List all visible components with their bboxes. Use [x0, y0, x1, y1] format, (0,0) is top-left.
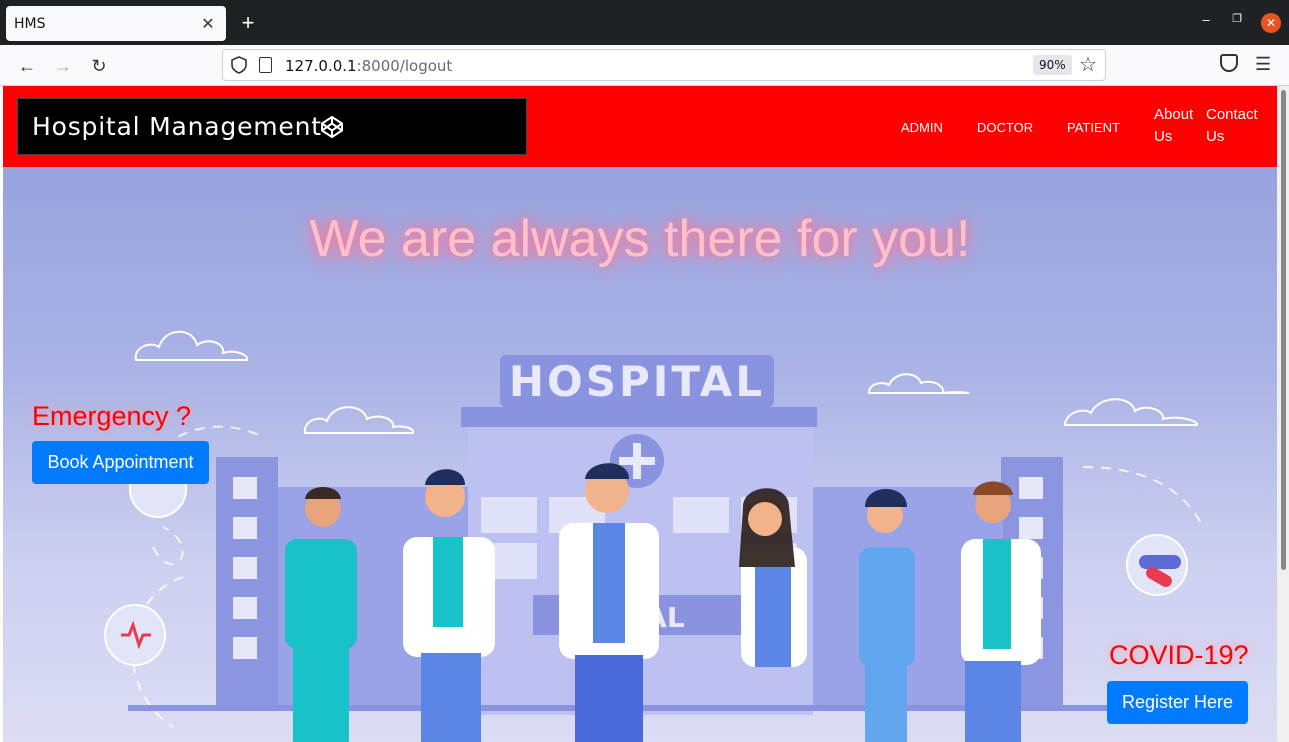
nav-about-line2: Us: [1154, 128, 1173, 145]
book-appointment-button[interactable]: Book Appointment: [32, 441, 209, 484]
browser-tab-bar: HMS ✕ + – ❐ ✕: [0, 0, 1289, 45]
back-arrow-icon[interactable]: ←: [14, 53, 40, 79]
minimize-icon[interactable]: –: [1196, 12, 1216, 27]
shield-icon[interactable]: [231, 56, 247, 74]
url-text[interactable]: 127.0.0.1:8000/logout: [285, 57, 452, 75]
brand-title: Hospital Management: [32, 112, 322, 141]
nav-contact-us[interactable]: Contact Us: [1206, 104, 1258, 148]
close-tab-icon[interactable]: ✕: [198, 14, 218, 34]
page-icon: [259, 57, 272, 73]
nav-admin[interactable]: ADMIN: [901, 120, 943, 135]
hero-title: We are always there for you!: [309, 210, 971, 268]
scrollbar[interactable]: [1277, 86, 1289, 742]
covid-text: COVID-19?: [1109, 640, 1249, 670]
brand-box[interactable]: Hospital Management: [17, 98, 527, 155]
restore-icon[interactable]: ❐: [1227, 12, 1247, 25]
hamburger-menu-icon[interactable]: ☰: [1255, 54, 1271, 75]
nav-patient[interactable]: PATIENT: [1067, 120, 1120, 135]
web-page: Hospital Management ADMIN DOCTOR PATIENT…: [3, 86, 1277, 742]
nav-about-line1: About: [1154, 106, 1194, 123]
new-tab-icon[interactable]: +: [238, 12, 258, 34]
nav-contact-line2: Us: [1206, 128, 1225, 145]
window-close-icon[interactable]: ✕: [1261, 13, 1281, 33]
nav-about-us[interactable]: About Us: [1154, 104, 1193, 148]
browser-tab[interactable]: HMS ✕: [6, 6, 226, 41]
tab-title: HMS: [14, 15, 46, 32]
nav-doctor[interactable]: DOCTOR: [977, 120, 1033, 135]
zoom-badge[interactable]: 90%: [1033, 55, 1072, 75]
browser-nav-bar: ← → ↻ 127.0.0.1:8000/logout 90% ☆ ☰: [0, 45, 1289, 86]
url-host: 127.0.0.1: [285, 57, 357, 75]
address-bar[interactable]: 127.0.0.1:8000/logout 90% ☆: [222, 49, 1106, 81]
star-icon[interactable]: ☆: [1079, 52, 1097, 77]
register-here-button[interactable]: Register Here: [1107, 681, 1248, 724]
building-sign: HOSPITAL: [509, 357, 765, 406]
site-header: Hospital Management ADMIN DOCTOR PATIENT…: [3, 86, 1277, 167]
nav-contact-line1: Contact: [1206, 106, 1258, 123]
emergency-text: Emergency ?: [32, 401, 192, 431]
codepen-icon: [321, 116, 343, 138]
url-path: :8000/logout: [356, 57, 453, 75]
scrollbar-thumb[interactable]: [1281, 90, 1286, 570]
reload-icon[interactable]: ↻: [86, 53, 112, 79]
pocket-icon[interactable]: [1220, 54, 1238, 72]
forward-arrow-icon[interactable]: →: [50, 53, 76, 79]
hero-section: HOSPITAL PITAL: [3, 167, 1277, 742]
